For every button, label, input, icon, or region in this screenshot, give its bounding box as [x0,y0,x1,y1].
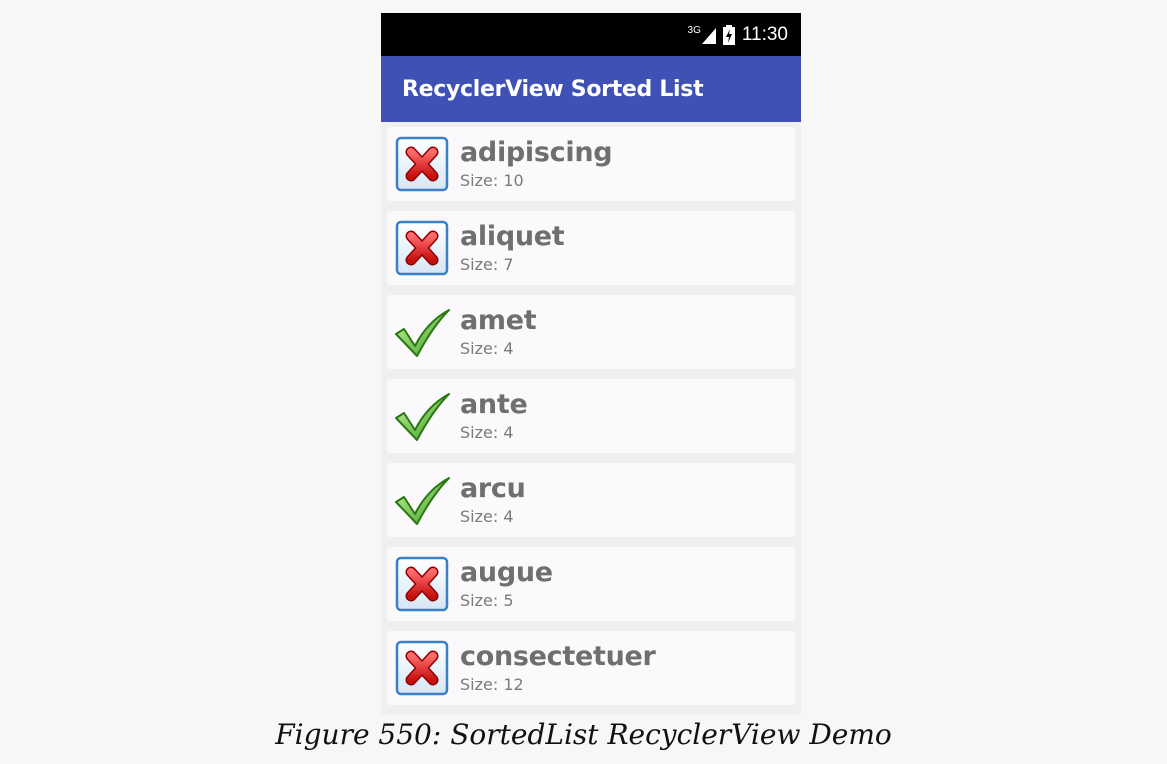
list-item[interactable]: ante Size: 4 [387,379,795,453]
cross-icon [393,219,451,277]
list-item[interactable]: arcu Size: 4 [387,463,795,537]
battery-charging-icon [722,24,735,45]
cross-icon [393,135,451,193]
list-item[interactable]: consectetuer Size: 12 [387,631,795,705]
app-bar: RecyclerView Sorted List [381,56,801,122]
item-word: consectetuer [460,641,656,672]
check-icon [393,471,451,529]
sorted-list[interactable]: adipiscing Size: 10 aliquet Size: 7 amet… [381,122,801,705]
item-size: Size: 5 [460,591,514,610]
item-word: adipiscing [460,137,613,168]
item-size: Size: 7 [460,255,514,274]
item-word: aliquet [460,221,565,252]
check-icon [393,387,451,445]
item-size: Size: 12 [460,675,524,694]
cross-icon [393,639,451,697]
item-word: augue [460,557,553,588]
list-item[interactable]: aliquet Size: 7 [387,211,795,285]
item-word: arcu [460,473,526,504]
item-word: amet [460,305,537,336]
list-item[interactable]: augue Size: 5 [387,547,795,621]
figure-caption: Figure 550: SortedList RecyclerView Demo [275,718,892,751]
check-icon [393,303,451,361]
item-word: ante [460,389,528,420]
clock: 11:30 [741,23,788,45]
cross-icon [393,555,451,613]
item-size: Size: 10 [460,171,524,190]
list-item[interactable]: amet Size: 4 [387,295,795,369]
network-type-label: 3G [687,24,701,36]
status-bar: 3G 11:30 [381,13,801,56]
item-size: Size: 4 [460,339,514,358]
phone-screen: 3G 11:30 RecyclerView Sorted List adipis… [381,13,801,715]
item-size: Size: 4 [460,507,514,526]
app-title: RecyclerView Sorted List [402,76,704,102]
item-size: Size: 4 [460,423,514,442]
page: 3G 11:30 RecyclerView Sorted List adipis… [0,0,1167,764]
list-item[interactable]: adipiscing Size: 10 [387,127,795,201]
signal-icon [701,27,716,44]
network-indicator: 3G [687,24,716,44]
